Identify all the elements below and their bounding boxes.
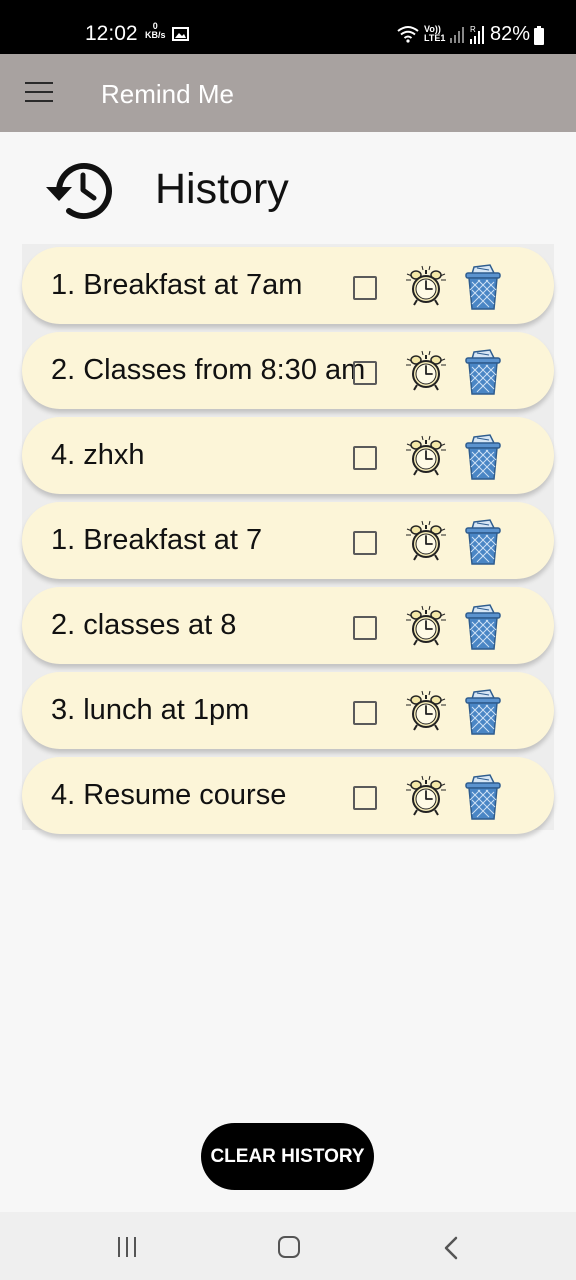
network-speed-unit: KB/s [145, 30, 166, 40]
gallery-notification-icon [172, 27, 189, 41]
system-navigation-bar [0, 1212, 576, 1280]
reminder-checkbox[interactable] [353, 361, 377, 385]
lte-indicator: Vo)) LTE1 [424, 25, 445, 43]
hamburger-menu-icon[interactable] [25, 82, 53, 102]
alarm-clock-icon[interactable] [404, 519, 448, 563]
reminder-checkbox[interactable] [353, 276, 377, 300]
reminder-text: 3. lunch at 1pm [51, 694, 250, 726]
status-bar: 12:02 0 KB/s Vo)) LTE1 R 82% [0, 0, 576, 54]
reminder-text: 1. Breakfast at 7 [51, 524, 263, 556]
battery-icon [534, 26, 544, 45]
trash-icon[interactable] [464, 773, 502, 821]
reminder-item[interactable]: 1. Breakfast at 7 [22, 502, 554, 579]
trash-icon[interactable] [464, 603, 502, 651]
trash-icon[interactable] [464, 688, 502, 736]
reminder-item[interactable]: 1. Breakfast at 7am [22, 247, 554, 324]
trash-icon[interactable] [464, 433, 502, 481]
reminder-item[interactable]: 4. Resume course [22, 757, 554, 834]
home-button[interactable] [278, 1236, 300, 1258]
reminder-item[interactable]: 3. lunch at 1pm [22, 672, 554, 749]
alarm-clock-icon[interactable] [404, 264, 448, 308]
network-speed: 0 KB/s [145, 22, 166, 40]
wifi-icon [397, 26, 419, 43]
history-icon [46, 163, 112, 219]
reminder-text: 2. Classes from 8:30 am [51, 354, 366, 386]
app-bar: Remind Me [0, 54, 576, 132]
alarm-clock-icon[interactable] [404, 349, 448, 393]
battery-percentage: 82% [490, 23, 531, 45]
reminder-checkbox[interactable] [353, 701, 377, 725]
alarm-clock-icon[interactable] [404, 689, 448, 733]
reminder-item[interactable]: 2. classes at 8 [22, 587, 554, 664]
alarm-clock-icon[interactable] [404, 434, 448, 478]
screen: 12:02 0 KB/s Vo)) LTE1 R 82% Remind Me H… [0, 0, 576, 1280]
svg-text:R: R [470, 25, 476, 34]
back-button[interactable] [443, 1236, 459, 1260]
alarm-clock-icon[interactable] [404, 774, 448, 818]
alarm-clock-icon[interactable] [404, 604, 448, 648]
reminder-checkbox[interactable] [353, 531, 377, 555]
reminder-item[interactable]: 2. Classes from 8:30 am [22, 332, 554, 409]
trash-icon[interactable] [464, 348, 502, 396]
recent-apps-button[interactable] [118, 1237, 140, 1257]
trash-icon[interactable] [464, 263, 502, 311]
reminder-text: 2. classes at 8 [51, 609, 237, 641]
reminder-text: 1. Breakfast at 7am [51, 269, 303, 301]
signal-strength-roaming-icon: R [470, 25, 484, 44]
reminder-text: 4. Resume course [51, 779, 287, 811]
reminder-checkbox[interactable] [353, 446, 377, 470]
reminder-text: 4. zhxh [51, 439, 145, 471]
status-time: 12:02 [85, 22, 138, 45]
lte-label: LTE1 [424, 33, 446, 43]
clear-history-button[interactable]: CLEAR HISTORY [201, 1123, 374, 1190]
page-title: History [155, 165, 289, 213]
trash-icon[interactable] [464, 518, 502, 566]
history-header: History [0, 132, 576, 242]
reminder-checkbox[interactable] [353, 786, 377, 810]
app-title: Remind Me [101, 79, 234, 109]
signal-strength-icon [450, 27, 464, 43]
reminder-list: 1. Breakfast at 7am 2. Classes from 8:30… [22, 244, 554, 834]
reminder-item[interactable]: 4. zhxh [22, 417, 554, 494]
reminder-checkbox[interactable] [353, 616, 377, 640]
